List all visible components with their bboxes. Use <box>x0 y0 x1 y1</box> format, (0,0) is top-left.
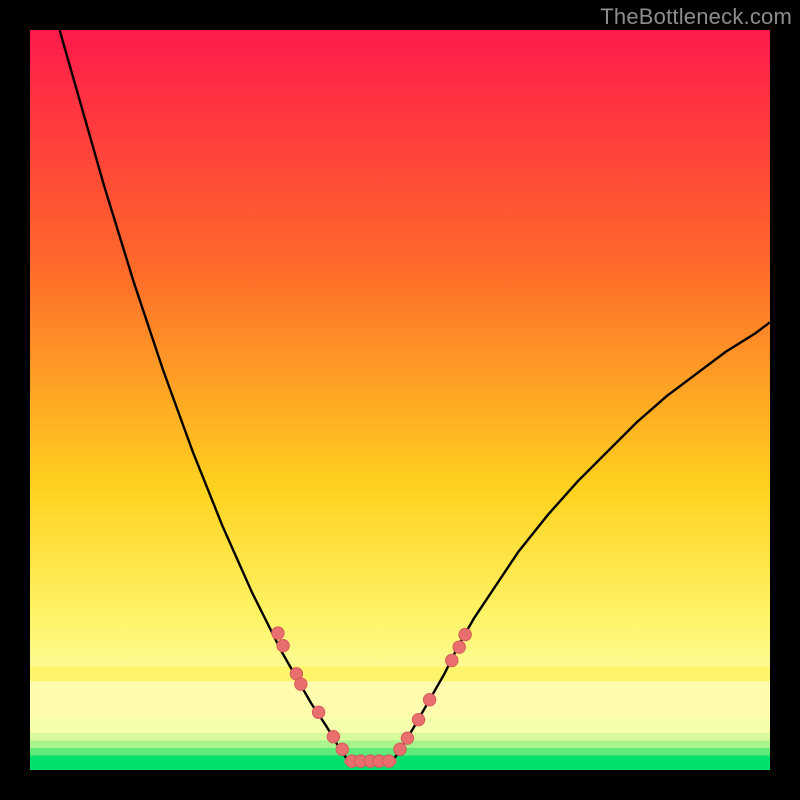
data-marker <box>272 627 284 639</box>
data-marker <box>453 641 465 653</box>
data-marker <box>312 706 324 718</box>
data-marker <box>401 732 413 744</box>
watermark-text: TheBottleneck.com <box>600 4 792 30</box>
gradient-background <box>30 30 770 770</box>
data-marker <box>336 743 348 755</box>
data-marker <box>459 628 471 640</box>
data-marker <box>383 755 395 767</box>
chart-stage: TheBottleneck.com <box>0 0 800 800</box>
data-marker <box>277 639 289 651</box>
data-marker <box>412 713 424 725</box>
data-marker <box>295 678 307 690</box>
data-marker <box>394 743 406 755</box>
bottleneck-chart <box>30 30 770 770</box>
data-marker <box>423 694 435 706</box>
data-marker <box>446 654 458 666</box>
data-marker <box>327 731 339 743</box>
